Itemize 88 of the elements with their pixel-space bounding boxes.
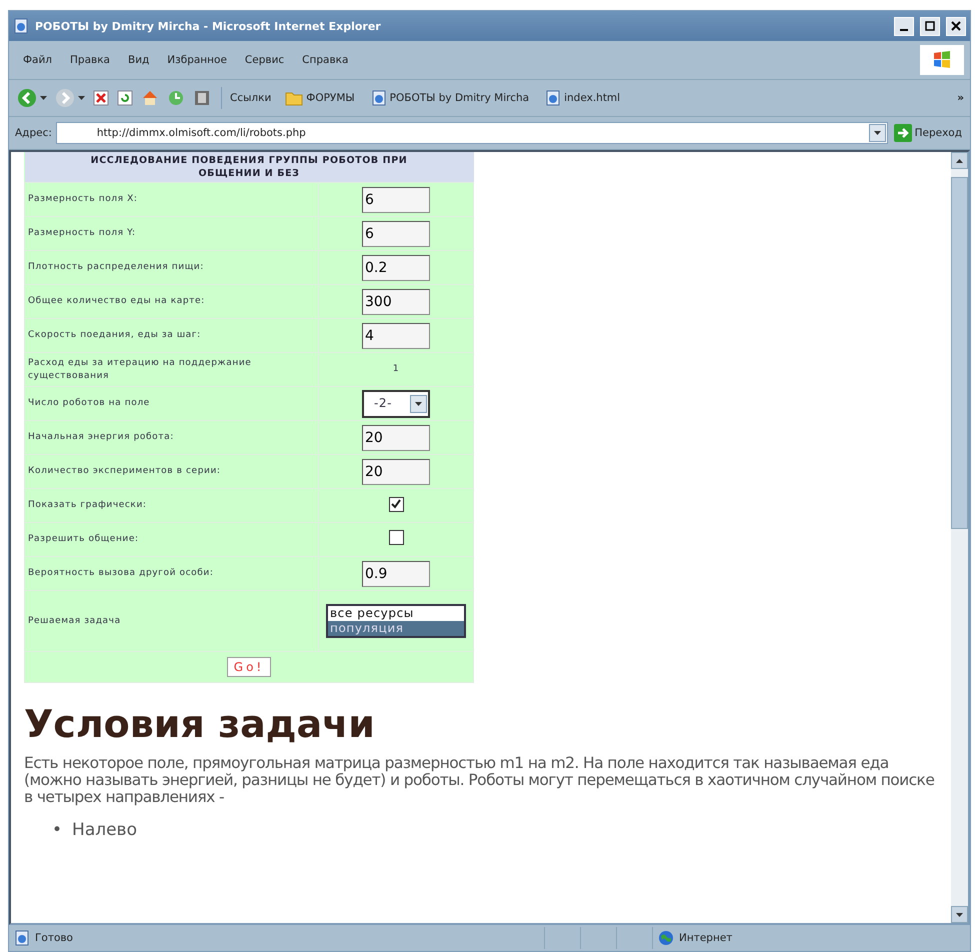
- caret-icon: [956, 912, 963, 916]
- field-label: Расход еды за итерацию на поддержание существования: [24, 352, 318, 386]
- caret-icon: [415, 402, 422, 406]
- menu-item[interactable]: Вид: [120, 52, 158, 68]
- link[interactable]: ФОРУМЫ: [283, 88, 357, 108]
- address-field[interactable]: http://dimmx.olmisoft.com/li/robots.php: [56, 122, 888, 144]
- heading: Условия задачи: [24, 701, 376, 747]
- links-label: Ссылки: [230, 92, 272, 104]
- field-label: Число роботов на поле: [24, 386, 318, 420]
- checkbox[interactable]: [388, 530, 404, 544]
- field-label: Показать графически:: [24, 488, 318, 522]
- scrollbar[interactable]: [951, 152, 968, 923]
- list-option[interactable]: все ресурсы: [328, 606, 464, 621]
- field-label: Решаемая задача: [24, 590, 318, 652]
- media-icon: [193, 89, 211, 107]
- link[interactable]: РОБОТЫ by Dmitry Mircha: [368, 88, 532, 108]
- caret-icon: [78, 96, 85, 100]
- back-button[interactable]: [15, 86, 49, 110]
- clock-icon: [167, 89, 185, 107]
- dropdown-button[interactable]: [868, 124, 886, 142]
- window-title: РОБОТЫ by Dmitry Mircha - Microsoft Internet Explorer: [35, 20, 382, 32]
- table-title: ИССЛЕДОВАНИЕ ПОВЕДЕНИЯ ГРУППЫ РОБОТОВ ПРИ ОБЩЕНИИ И БЕЗ: [24, 152, 474, 182]
- paragraph: Есть некоторое поле, прямоугольная матрица размерностью m1 на m2. На поле находится так называемая еда (можно называть энергией, разницы не будет) и роботы. Роботы могут перемещаться в хаотичном случайном поиске в четырех направлениях -: [24, 755, 936, 806]
- scroll-thumb[interactable]: [951, 177, 968, 529]
- input-field[interactable]: 6: [362, 220, 430, 246]
- refresh-icon: [117, 90, 133, 106]
- maximize-icon: [925, 21, 935, 31]
- field-label: Плотность распределения пищи:: [24, 250, 318, 284]
- folder-icon: [285, 90, 304, 106]
- refresh-button[interactable]: [115, 88, 135, 108]
- menu-item[interactable]: Файл: [15, 52, 60, 68]
- input-field[interactable]: 20: [362, 458, 430, 484]
- status-text: Готово: [35, 932, 73, 944]
- globe-icon: [658, 930, 674, 946]
- field-label: Размерность поля X:: [24, 182, 318, 216]
- list-option[interactable]: популяция: [328, 621, 464, 636]
- caret-icon: [40, 96, 47, 100]
- menu-item[interactable]: Сервис: [236, 52, 292, 68]
- input-field[interactable]: 20: [362, 424, 430, 450]
- menu-item[interactable]: Избранное: [159, 52, 235, 68]
- link-text: РОБОТЫ by Dmitry Mircha: [390, 92, 530, 104]
- input-field[interactable]: 0.9: [362, 560, 430, 586]
- field-label: Скорость поедания, еды за шаг:: [24, 318, 318, 352]
- field-label: Количество экспериментов в серии:: [24, 454, 318, 488]
- go-button[interactable]: Переход: [892, 122, 964, 144]
- bullet: •: [52, 820, 62, 840]
- minimize-button[interactable]: [894, 16, 914, 36]
- dropdown[interactable]: -2-: [362, 390, 430, 418]
- input-field[interactable]: 4: [362, 322, 430, 348]
- more-links[interactable]: »: [957, 92, 964, 104]
- page-icon: [14, 930, 30, 946]
- link[interactable]: index.html: [543, 88, 622, 108]
- link-text: index.html: [564, 92, 620, 104]
- maximize-button[interactable]: [920, 16, 940, 36]
- caret-icon: [874, 131, 881, 135]
- list-box[interactable]: все ресурсы популяция: [326, 604, 466, 638]
- input-field[interactable]: 0.2: [362, 254, 430, 280]
- close-button[interactable]: [946, 16, 966, 36]
- stop-button[interactable]: [91, 88, 111, 108]
- address-text: http://dimmx.olmisoft.com/li/robots.php: [96, 127, 306, 139]
- stop-icon: [93, 90, 109, 106]
- zone-text: Интернет: [679, 932, 732, 944]
- scroll-down-button[interactable]: [951, 906, 968, 923]
- checkbox[interactable]: [388, 496, 404, 512]
- close-icon: [951, 21, 961, 31]
- go-text: Переход: [914, 127, 962, 139]
- minimize-icon: [900, 29, 908, 31]
- go-button[interactable]: Go!: [226, 657, 272, 677]
- flag-logo: [920, 45, 964, 75]
- menu-item[interactable]: Правка: [62, 52, 118, 68]
- address-label: Адрес:: [15, 127, 52, 139]
- page-icon: [545, 90, 562, 106]
- field-label: Вероятность вызова другой особи:: [24, 556, 318, 590]
- list-item: Налево: [72, 820, 137, 840]
- menu-item[interactable]: Справка: [294, 52, 356, 68]
- field-label: Разрешить общение:: [24, 522, 318, 556]
- field-label: Размерность поля Y:: [24, 216, 318, 250]
- caret-icon: [956, 158, 963, 162]
- link-text: ФОРУМЫ: [306, 92, 355, 104]
- scroll-up-button[interactable]: [951, 152, 968, 169]
- input-field[interactable]: 6: [362, 186, 430, 212]
- home-icon: [141, 89, 159, 107]
- page-icon: [370, 90, 387, 106]
- page-icon: [13, 18, 29, 34]
- field-label: Общее количество еды на карте:: [24, 284, 318, 318]
- field-label: Начальная энергия робота:: [24, 420, 318, 454]
- value-text: 1: [392, 364, 400, 374]
- input-field[interactable]: 300: [362, 288, 430, 314]
